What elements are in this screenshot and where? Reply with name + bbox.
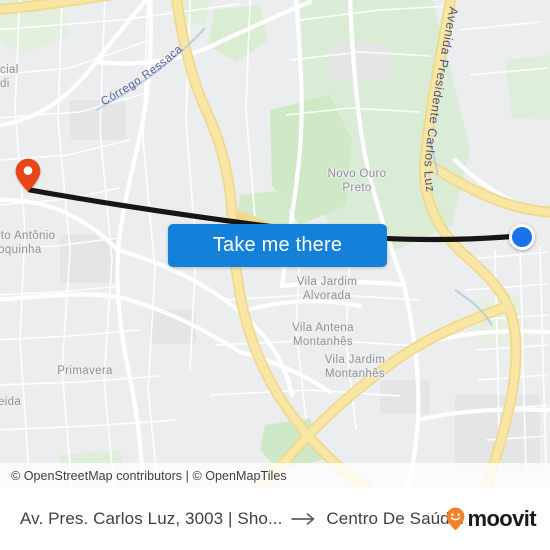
moovit-pin-icon — [447, 507, 465, 531]
trip-destination-label: Centro De Saúd... — [326, 509, 465, 528]
moovit-wordmark: moovit — [467, 506, 536, 531]
trip-summary[interactable]: Av. Pres. Carlos Luz, 3003 | Sho... Cent… — [20, 509, 464, 529]
trip-origin-label: Av. Pres. Carlos Luz, 3003 | Sho... — [20, 509, 283, 528]
map-attribution-bar: © OpenStreetMap contributors | © OpenMap… — [0, 463, 550, 488]
take-me-there-button[interactable]: Take me there — [168, 224, 387, 267]
destination-pin-icon[interactable] — [15, 158, 41, 192]
map-canvas[interactable]: Avenida Presidente Carlos Luz Córrego Re… — [0, 0, 550, 488]
origin-location-dot[interactable] — [509, 224, 535, 250]
moovit-brand[interactable]: moovit — [446, 506, 537, 532]
moovit-map-screen: Avenida Presidente Carlos Luz Córrego Re… — [0, 0, 550, 550]
trip-footer: Av. Pres. Carlos Luz, 3003 | Sho... Cent… — [0, 488, 550, 550]
arrow-right-icon — [291, 513, 315, 525]
map-attribution-text[interactable]: © OpenStreetMap contributors | © OpenMap… — [11, 469, 287, 483]
